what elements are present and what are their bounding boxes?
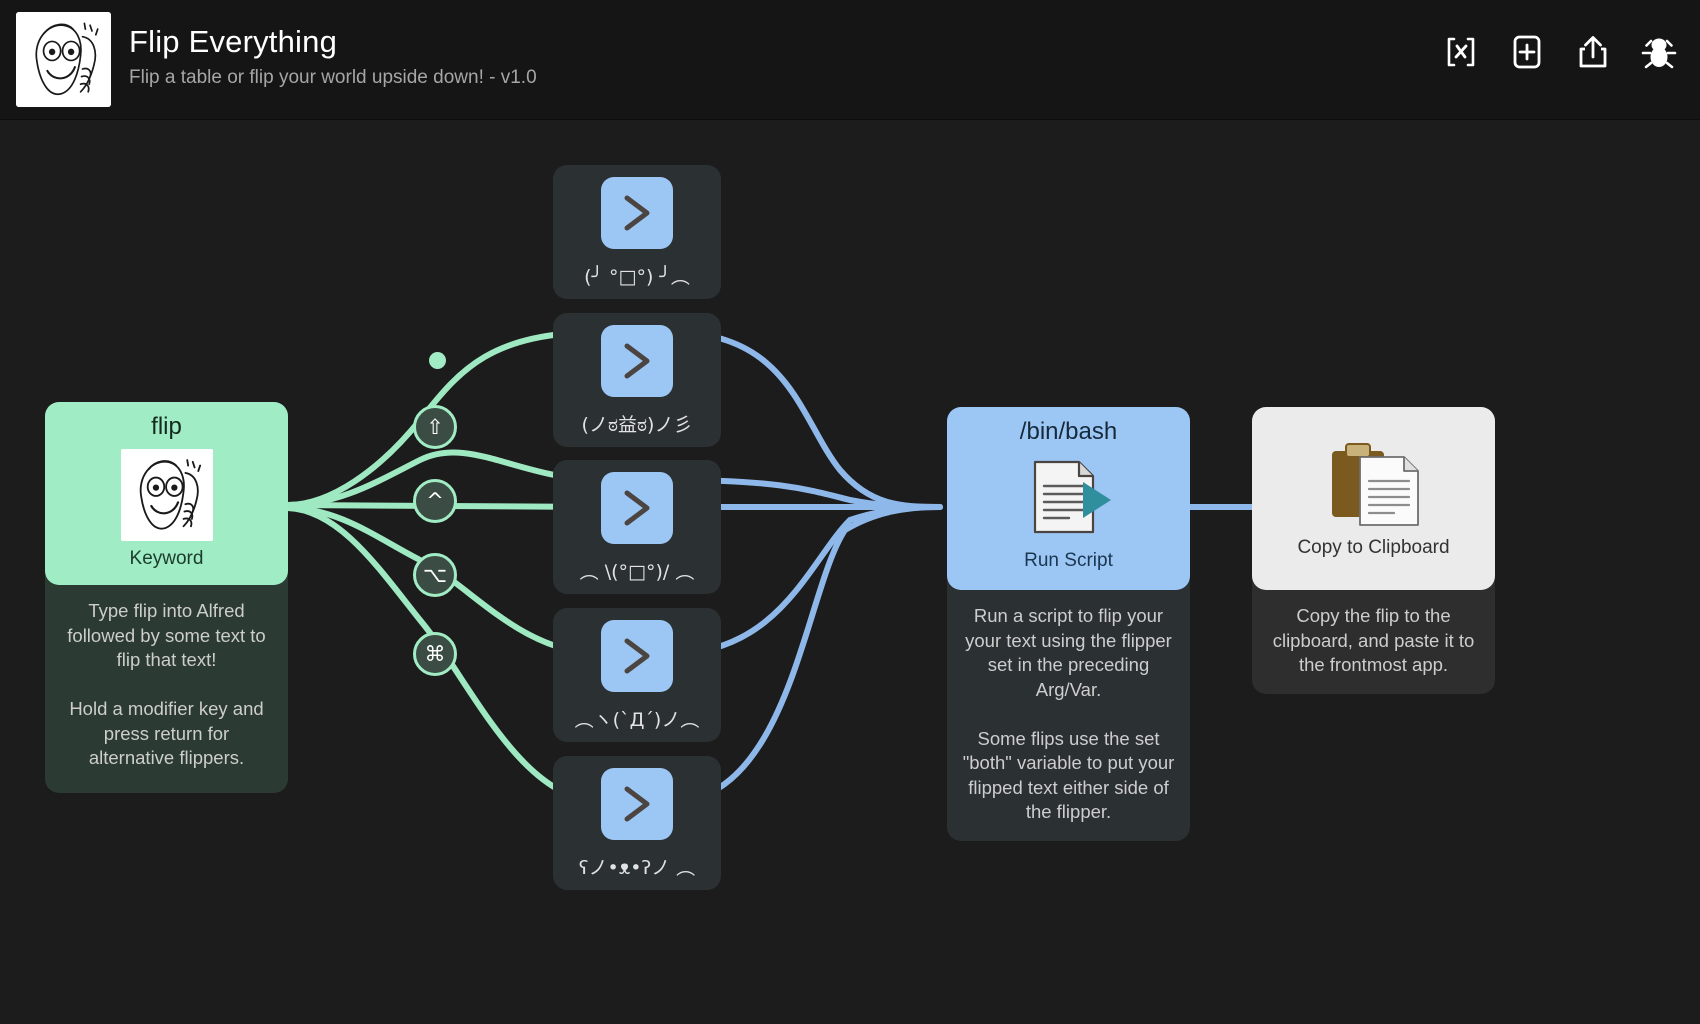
flipper-node-5-label: ʕノ•ᴥ•ʔノ ︵ <box>578 857 696 879</box>
copy-to-clipboard-node-card[interactable]: Copy to Clipboard Copy the flip to the c… <box>1252 407 1495 694</box>
copy-to-clipboard-node-head[interactable]: Copy to Clipboard <box>1252 407 1495 590</box>
clipboard-copy-icon <box>1326 439 1422 531</box>
debug-bug-icon[interactable] <box>1640 32 1678 72</box>
flipper-node-5-card[interactable]: ʕノ•ᴥ•ʔノ ︵ <box>553 756 721 890</box>
flipper-node-2-label: (ノಠ益ಠ)ノ彡 <box>581 414 693 436</box>
variables-icon[interactable] <box>1442 32 1480 72</box>
modifier-shift-glyph: ⇧ <box>426 415 444 439</box>
keyword-node-description: Type flip into Alfred followed by some t… <box>67 600 266 768</box>
flipper-node-5[interactable]: ʕノ•ᴥ•ʔノ ︵ <box>553 756 721 890</box>
keyword-node[interactable]: flip Keyword Type flip into Alfred follo… <box>45 402 288 793</box>
run-script-node-title: /bin/bash <box>1019 418 1118 445</box>
share-export-icon[interactable] <box>1574 32 1612 72</box>
chevron-right-icon <box>601 472 673 544</box>
troll-face-icon <box>16 12 111 107</box>
keyword-node-head[interactable]: flip Keyword <box>45 402 288 585</box>
copy-to-clipboard-node[interactable]: Copy to Clipboard Copy the flip to the c… <box>1252 407 1495 694</box>
copy-to-clipboard-node-description: Copy the flip to the clipboard, and past… <box>1272 605 1475 675</box>
chevron-right-icon <box>601 325 673 397</box>
flipper-node-3[interactable]: ︵ \(°□°)/ ︵ <box>553 460 721 594</box>
flipper-node-1-card[interactable]: (╯ °□°) ╯︵ <box>553 165 721 299</box>
header-actions <box>1442 32 1678 72</box>
run-script-node-head[interactable]: /bin/bash Run Script <box>947 407 1190 590</box>
workflow-icon <box>16 12 111 107</box>
flipper-node-2[interactable]: (ノಠ益ಠ)ノ彡 <box>553 313 721 447</box>
chevron-right-icon <box>601 768 673 840</box>
flipper-node-4-label: ︵ヽ(`Д´)ノ︵ <box>574 709 700 731</box>
keyword-node-card[interactable]: flip Keyword Type flip into Alfred follo… <box>45 402 288 793</box>
modifier-option-glyph: ⌥ <box>422 563 448 587</box>
flipper-node-2-card[interactable]: (ノಠ益ಠ)ノ彡 <box>553 313 721 447</box>
workflow-canvas-page: Flip Everything Flip a table or flip you… <box>0 0 1700 1024</box>
run-script-node[interactable]: /bin/bash Run Script Run a script to fli… <box>947 407 1190 841</box>
modifier-control-glyph: ^ <box>426 489 444 513</box>
canvas: ⇧ ^ ⌥ ⌘ flip Keyword Type flip into Alfr… <box>0 120 1700 1024</box>
workflow-header: Flip Everything Flip a table or flip you… <box>0 0 1700 120</box>
run-script-node-type: Run Script <box>1024 550 1113 571</box>
modifier-command[interactable]: ⌘ <box>413 632 457 676</box>
run-script-node-card[interactable]: /bin/bash Run Script Run a script to fli… <box>947 407 1190 841</box>
keyword-node-type: Keyword <box>129 548 204 569</box>
keyword-node-icon <box>120 449 213 541</box>
script-document-icon <box>1023 452 1115 544</box>
add-object-icon[interactable] <box>1508 32 1546 72</box>
modifier-option[interactable]: ⌥ <box>413 553 457 597</box>
troll-face-icon <box>120 449 213 541</box>
flipper-node-4-card[interactable]: ︵ヽ(`Д´)ノ︵ <box>553 608 721 742</box>
workflow-title: Flip Everything <box>129 24 338 59</box>
flipper-node-4[interactable]: ︵ヽ(`Д´)ノ︵ <box>553 608 721 742</box>
flipper-node-3-card[interactable]: ︵ \(°□°)/ ︵ <box>553 460 721 594</box>
modifier-command-glyph: ⌘ <box>424 642 446 666</box>
copy-to-clipboard-node-type: Copy to Clipboard <box>1297 536 1450 558</box>
keyword-node-title: flip <box>151 413 182 440</box>
workflow-subtitle: Flip a table or flip your world upside d… <box>129 67 537 88</box>
run-script-node-description: Run a script to flip your your text usin… <box>962 605 1175 822</box>
chevron-right-icon <box>601 620 673 692</box>
modifier-shift[interactable]: ⇧ <box>413 405 457 449</box>
modifier-control[interactable]: ^ <box>413 479 457 523</box>
flipper-node-3-label: ︵ \(°□°)/ ︵ <box>579 561 695 583</box>
connector-dot[interactable] <box>429 352 446 369</box>
chevron-right-icon <box>601 177 673 249</box>
flipper-node-1[interactable]: (╯ °□°) ╯︵ <box>553 165 721 299</box>
flipper-node-1-label: (╯ °□°) ╯︵ <box>584 266 690 288</box>
